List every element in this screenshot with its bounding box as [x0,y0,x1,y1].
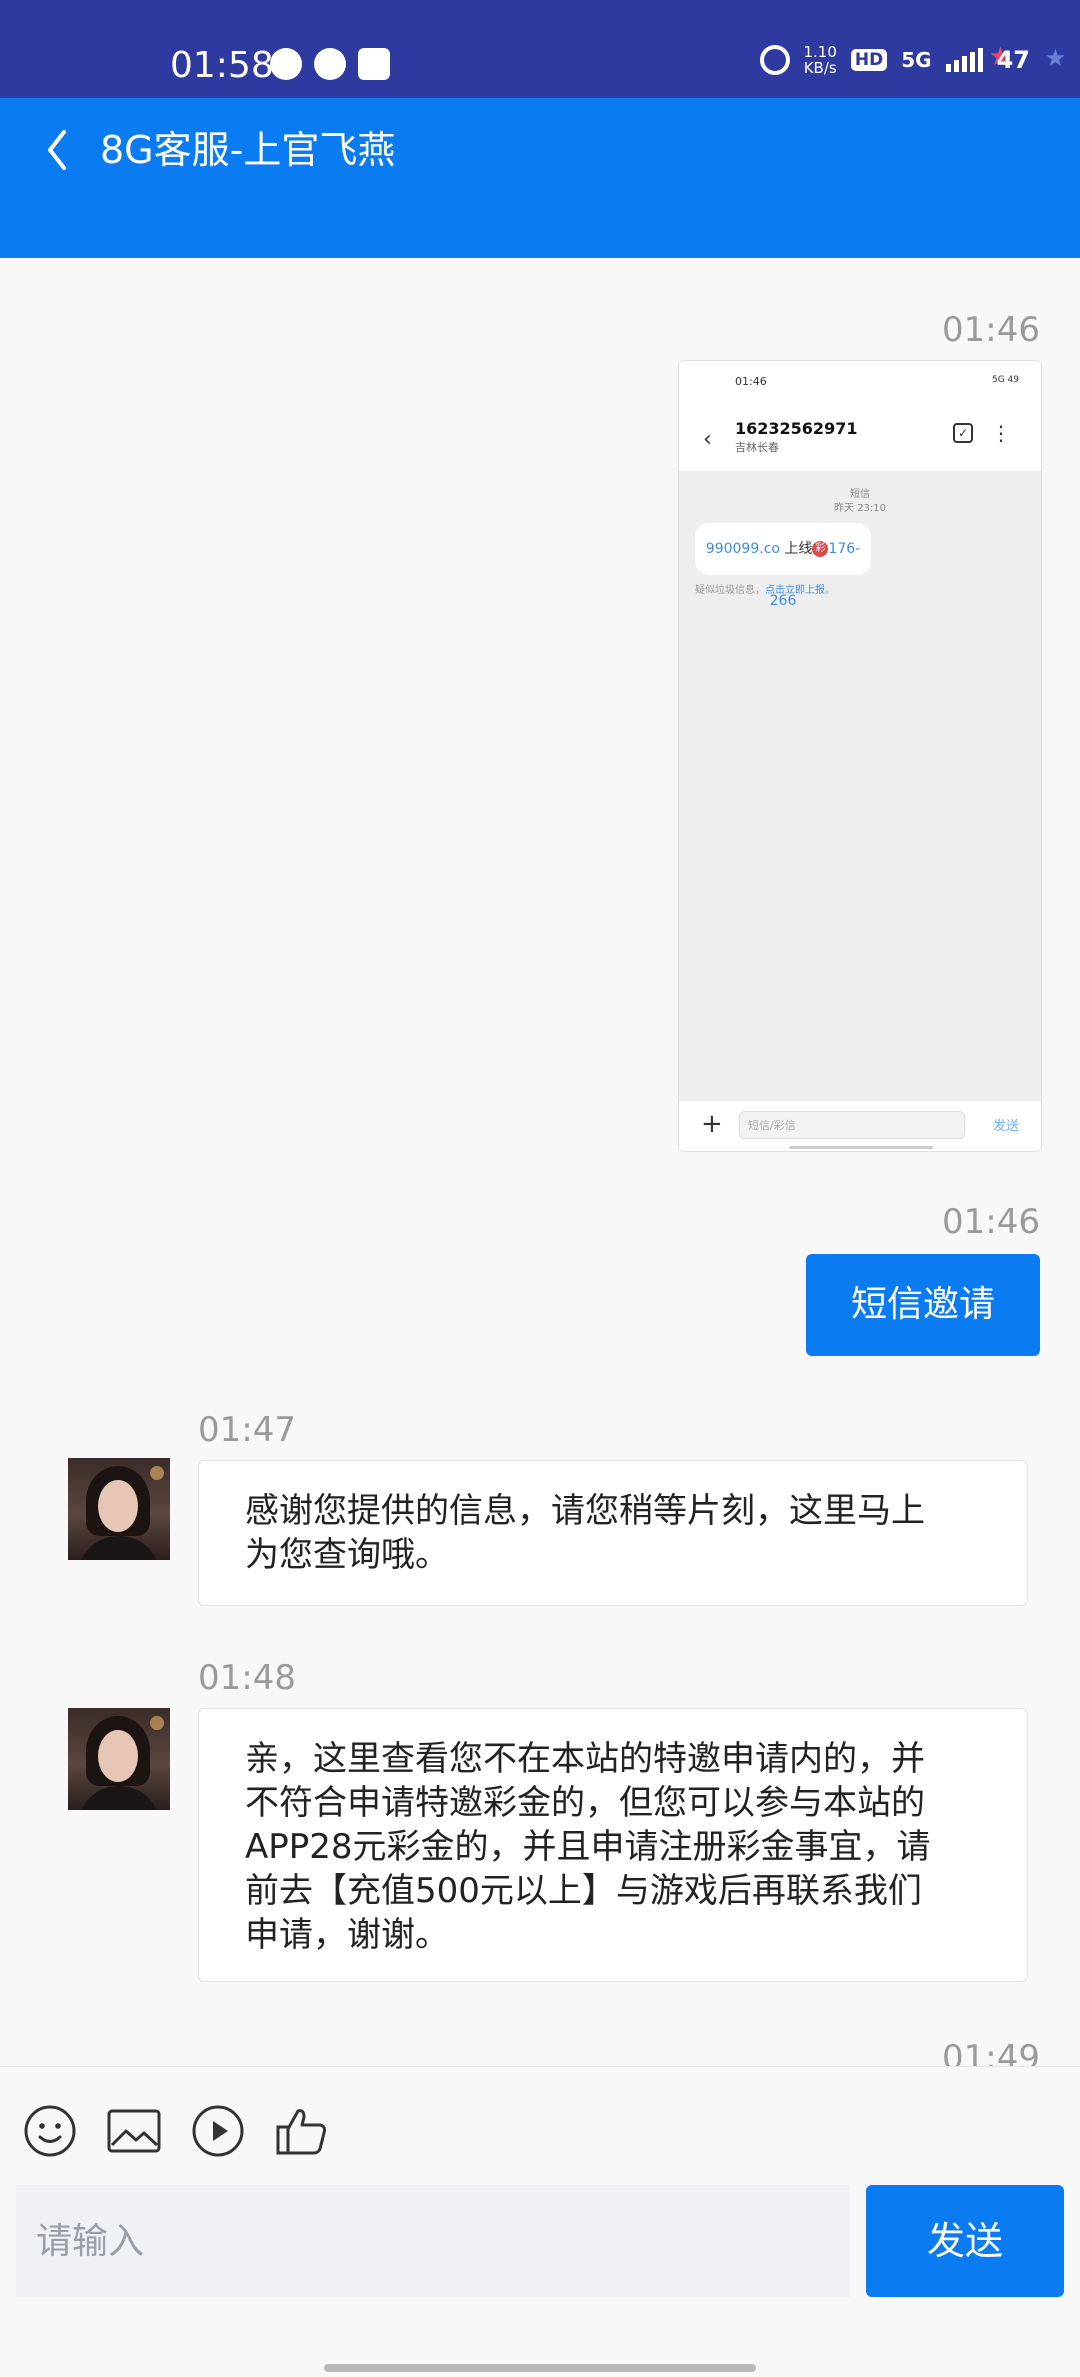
notification-icons [270,48,390,80]
player-notification-icon [358,48,390,80]
image-icon [107,2109,161,2153]
chevron-left-icon: ‹ [703,427,712,452]
screenshot-report-end: 。 [825,585,835,596]
screenshot-status-right: 5G 49 [991,375,1019,385]
screenshot-status-time: 01:46 [735,375,767,388]
screenshot-input-bar: + 短信/彩信 发送 [679,1101,1041,1151]
checkbox-icon: ✓ [953,423,973,443]
video-icon [192,2105,244,2157]
status-time: 01:58 [170,45,274,86]
chat-header: 8G客服-上官飞燕 [0,98,1080,258]
screenshot-sms-badge: 彩 [812,541,829,557]
screenshot-report-link: 点击立即上报 [765,585,825,596]
app-notification-icon [314,48,346,80]
message-time: 01:48 [198,1658,296,1698]
message-notification-icon [270,48,302,80]
screenshot-header: ‹ 16232562971 吉林长春 ✓ ⋮ [679,411,1041,471]
status-bar: 01:58 1.10 KB/s HD 5G ★ 47 ★ [0,0,1080,98]
screenshot-send: 发送 [992,1119,1019,1134]
screenshot-contact-number: 16232562971 [735,419,858,438]
plus-icon: + [701,1109,723,1139]
thumbs-up-icon [276,2109,326,2155]
battery-indicator: ★ 47 ★ [989,42,1067,74]
screenshot-input: 短信/彩信 [739,1111,965,1139]
chevron-left-icon [48,130,66,170]
chat-messages[interactable]: 01:46 01:46 5G 49 ‹ 16232562971 吉林长春 ✓ ⋮… [0,258,1080,2066]
thumbs-up-button[interactable] [274,2103,330,2159]
battery-level: 47 [996,46,1030,74]
home-indicator[interactable] [324,2364,756,2372]
message-time: 01:46 [942,310,1040,350]
screenshot-contact-location: 吉林长春 [735,441,779,454]
received-message[interactable]: 感谢您提供的信息，请您稍等片刻，这里马上 为您查询哦。 [198,1460,1028,1606]
screenshot-sms-bubble: 990099.co 上线彩 176-266 [695,523,871,609]
send-button[interactable]: 发送 [866,2185,1064,2297]
sent-image[interactable]: 01:46 5G 49 ‹ 16232562971 吉林长春 ✓ ⋮ 短信 昨天… [678,360,1042,1152]
more-icon: ⋮ [991,421,1011,445]
sent-message[interactable]: 短信邀请 [806,1254,1040,1356]
message-time: 01:46 [942,1202,1040,1242]
hd-badge: HD [850,49,888,71]
video-button[interactable] [190,2103,246,2159]
screenshot-conversation: 短信 昨天 23:10 990099.co 上线彩 176-266 疑似垃圾信息，… [679,471,1041,1101]
screenshot-home-indicator [789,1146,933,1149]
avatar[interactable] [68,1708,170,1810]
received-message[interactable]: 亲，这里查看您不在本站的特邀申请内的，并 不符合申请特邀彩金的，但您可以参与本站… [198,1708,1028,1982]
network-speed-value: 1.10 [803,43,837,61]
message-input[interactable] [16,2185,850,2297]
network-speed-unit: KB/s [803,59,837,77]
message-time: 01:47 [198,1410,296,1450]
screenshot-sms-link: 990099.co [705,541,780,557]
avatar[interactable] [68,1458,170,1560]
network-speed: 1.10 KB/s [804,44,837,76]
back-button[interactable] [38,120,88,180]
page-title: 8G客服-上官飞燕 [100,128,396,172]
status-right: 1.10 KB/s HD 5G ★ 47 ★ [759,42,1067,76]
screenshot-sms-text: 上线 [779,541,813,557]
screenshot-report: 疑似垃圾信息，点击立即上报。 [695,581,835,596]
signal-icon [945,48,983,72]
screenshot-message-time: 昨天 23:10 [834,503,886,514]
input-bar: 发送 [0,2066,1080,2377]
image-button[interactable] [106,2103,162,2159]
message-time: 01:49 [942,2038,1040,2066]
screenshot-report-text: 疑似垃圾信息， [695,585,765,596]
star-outline-icon: ★ [1044,44,1067,72]
screenshot-message-type: 短信 [850,489,870,500]
emoji-icon [24,2105,76,2157]
alarm-icon [759,45,790,75]
network-type: 5G [901,48,932,72]
emoji-button[interactable] [22,2103,78,2159]
